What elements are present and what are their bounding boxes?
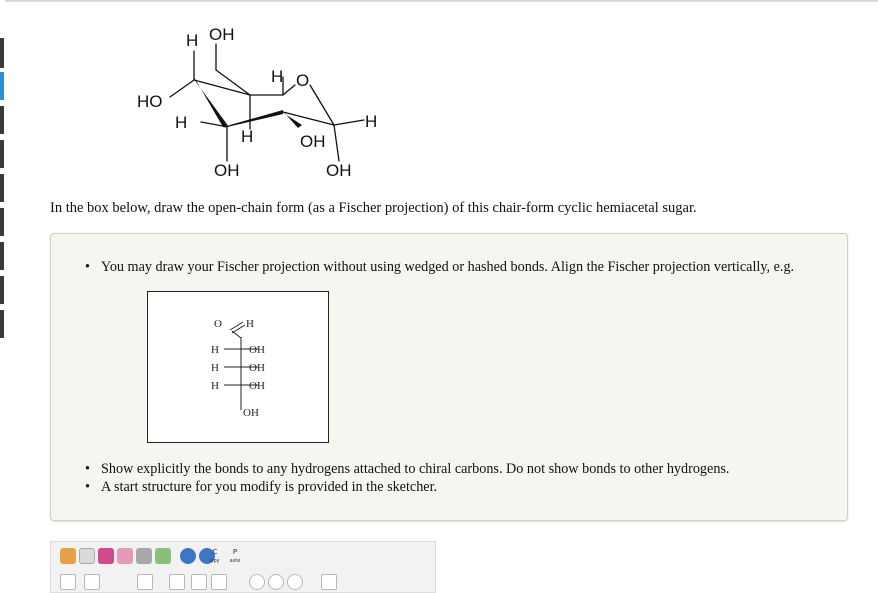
ring-tool-icon[interactable] [287, 574, 303, 590]
fischer-example-box: O H H OH H OH H OH OH [147, 291, 329, 443]
pencil-icon[interactable] [98, 548, 114, 564]
instruction-panel: • You may draw your Fischer projection wi… [50, 233, 848, 521]
chair-label: H [241, 127, 253, 146]
chair-label: OH [300, 132, 326, 151]
example-label: OH [249, 344, 265, 356]
chair-label: HO [137, 92, 163, 111]
paste-sublabel: aste [229, 558, 241, 564]
hand-icon[interactable] [60, 548, 76, 564]
example-label: H [211, 380, 219, 392]
chair-structure: H OH HO H H O H H OH OH OH [137, 25, 377, 180]
bond-tool-icon[interactable] [191, 574, 207, 590]
instruction-item: • You may draw your Fischer projection wi… [85, 259, 795, 275]
example-label: O [214, 318, 222, 330]
left-marker [0, 140, 4, 168]
left-marker [0, 174, 4, 202]
left-marker [0, 310, 4, 338]
bond-tool-icon[interactable] [211, 574, 227, 590]
example-label: H [211, 344, 219, 356]
left-strip [0, 0, 5, 586]
copy-label: C [212, 548, 218, 556]
left-marker [0, 208, 4, 236]
instruction-item: • Show explicitly the bonds to any hydrog… [85, 461, 730, 477]
copy-button[interactable]: C opy [208, 548, 222, 566]
left-marker [0, 106, 4, 134]
chair-label: OH [326, 161, 352, 180]
paste-button[interactable]: P aste [228, 548, 242, 566]
ring-tool-icon[interactable] [249, 574, 265, 590]
bond-tool-icon[interactable] [60, 574, 76, 590]
chair-label: H [365, 112, 377, 131]
sketcher-toolbar: C opy P aste [50, 541, 436, 593]
chair-label: H [175, 113, 187, 132]
ring-tool-icon[interactable] [268, 574, 284, 590]
fischer-example: O H H OH H OH H OH OH [211, 318, 265, 419]
chair-label: H [271, 67, 283, 86]
example-label: H [246, 318, 254, 330]
bond-tool-icon[interactable] [84, 574, 100, 590]
example-label: H [211, 362, 219, 374]
example-label: OH [249, 362, 265, 374]
redo-icon[interactable] [155, 548, 171, 564]
lasso-icon[interactable] [79, 548, 95, 564]
eraser-icon[interactable] [117, 548, 133, 564]
bond-tool-icon[interactable] [137, 574, 153, 590]
undo-icon[interactable] [136, 548, 152, 564]
paste-label: P [232, 548, 238, 556]
left-marker [0, 242, 4, 270]
left-marker-active [0, 72, 4, 100]
instruction-item: • A start structure for you modify is pro… [85, 479, 438, 495]
left-marker [0, 276, 4, 304]
chair-label: H [186, 31, 198, 50]
left-marker [0, 38, 4, 68]
instruction-text: Show explicitly the bonds to any hydroge… [101, 461, 730, 477]
example-label: OH [249, 380, 265, 392]
bond-tool-icon[interactable] [169, 574, 185, 590]
chair-label: OH [214, 161, 240, 180]
chair-label: O [296, 71, 309, 90]
zoom-in-icon[interactable] [180, 548, 196, 564]
charge-tool-icon[interactable] [321, 574, 337, 590]
instruction-text: A start structure for you modify is prov… [101, 479, 438, 495]
instruction-text: You may draw your Fischer projection wit… [101, 259, 795, 275]
top-border [0, 0, 878, 2]
copy-sublabel: opy [210, 558, 220, 564]
example-label: OH [243, 407, 259, 419]
chair-label: OH [209, 25, 235, 44]
question-text: In the box below, draw the open-chain fo… [50, 200, 697, 216]
